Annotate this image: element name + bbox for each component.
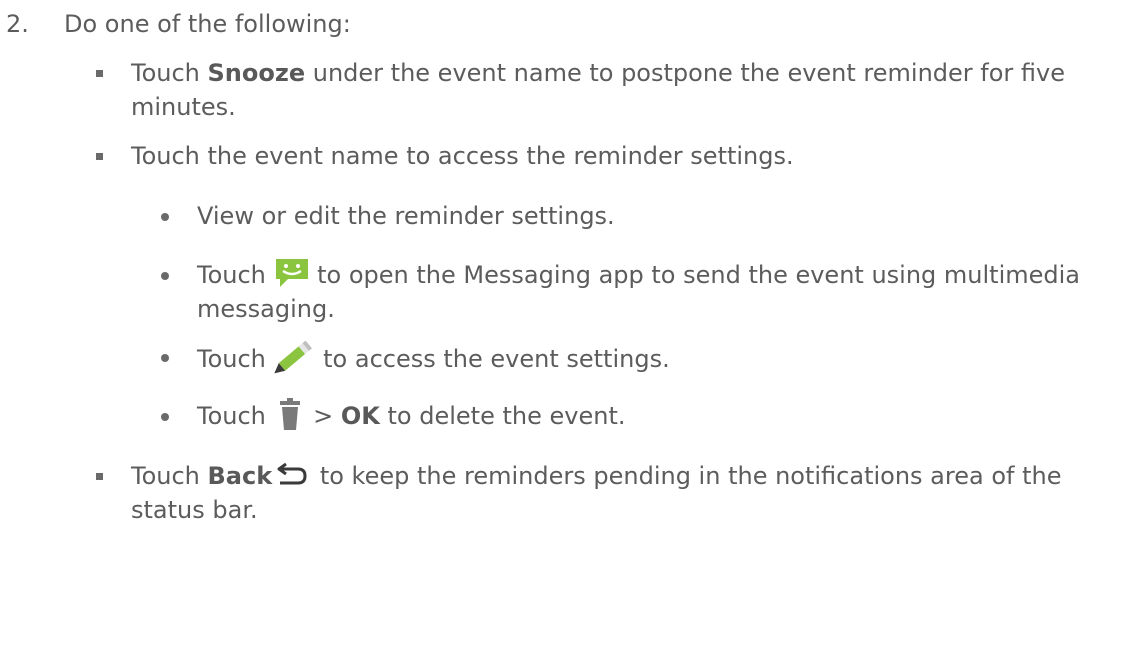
text: >	[305, 402, 341, 430]
text: Touch	[197, 345, 274, 373]
back-arrow-icon	[276, 460, 312, 488]
square-bullet	[96, 70, 103, 77]
trash-icon	[278, 397, 306, 431]
snooze-label: Snooze	[207, 59, 306, 87]
snooze-item-line2: minutes.	[131, 93, 236, 121]
ok-label: OK	[340, 402, 380, 430]
square-bullet	[96, 153, 103, 160]
round-bullet	[161, 413, 169, 421]
text: to access the event settings.	[315, 345, 670, 373]
text: Touch	[131, 462, 208, 490]
view-edit-item: View or edit the reminder settings.	[197, 202, 615, 230]
messaging-icon	[274, 257, 310, 289]
text: Touch	[197, 261, 274, 289]
delete-item: Touch > OK to delete the event.	[197, 397, 626, 434]
pencil-icon	[273, 336, 316, 376]
round-bullet	[161, 354, 169, 362]
messaging-item-line2: messaging.	[197, 295, 335, 323]
instruction-document: 2. Do one of the following: Touch Snooze…	[0, 0, 1145, 658]
back-label: Back	[207, 462, 273, 490]
text: to open the Messaging app to send the ev…	[309, 261, 1080, 289]
event-name-item: Touch the event name to access the remin…	[131, 142, 794, 170]
square-bullet	[96, 473, 103, 480]
text: Touch	[131, 59, 208, 87]
text: to keep the reminders pending in the not…	[312, 462, 1062, 490]
round-bullet	[161, 272, 169, 280]
text: to delete the event.	[379, 402, 626, 430]
step-number: 2.	[6, 10, 29, 38]
snooze-item-line1: Touch Snooze under the event name to pos…	[131, 56, 1065, 90]
text: under the event name to postpone the eve…	[305, 59, 1065, 87]
edit-item: Touch to access the event settings.	[197, 340, 670, 380]
text: Touch	[197, 402, 274, 430]
messaging-item-line1: Touch to open the Messaging app to send …	[197, 258, 1080, 292]
back-item-line1: Touch Back to keep the reminders pending…	[131, 459, 1061, 493]
back-item-line2: status bar.	[131, 496, 258, 524]
round-bullet	[161, 213, 169, 221]
step-title: Do one of the following:	[64, 10, 351, 38]
